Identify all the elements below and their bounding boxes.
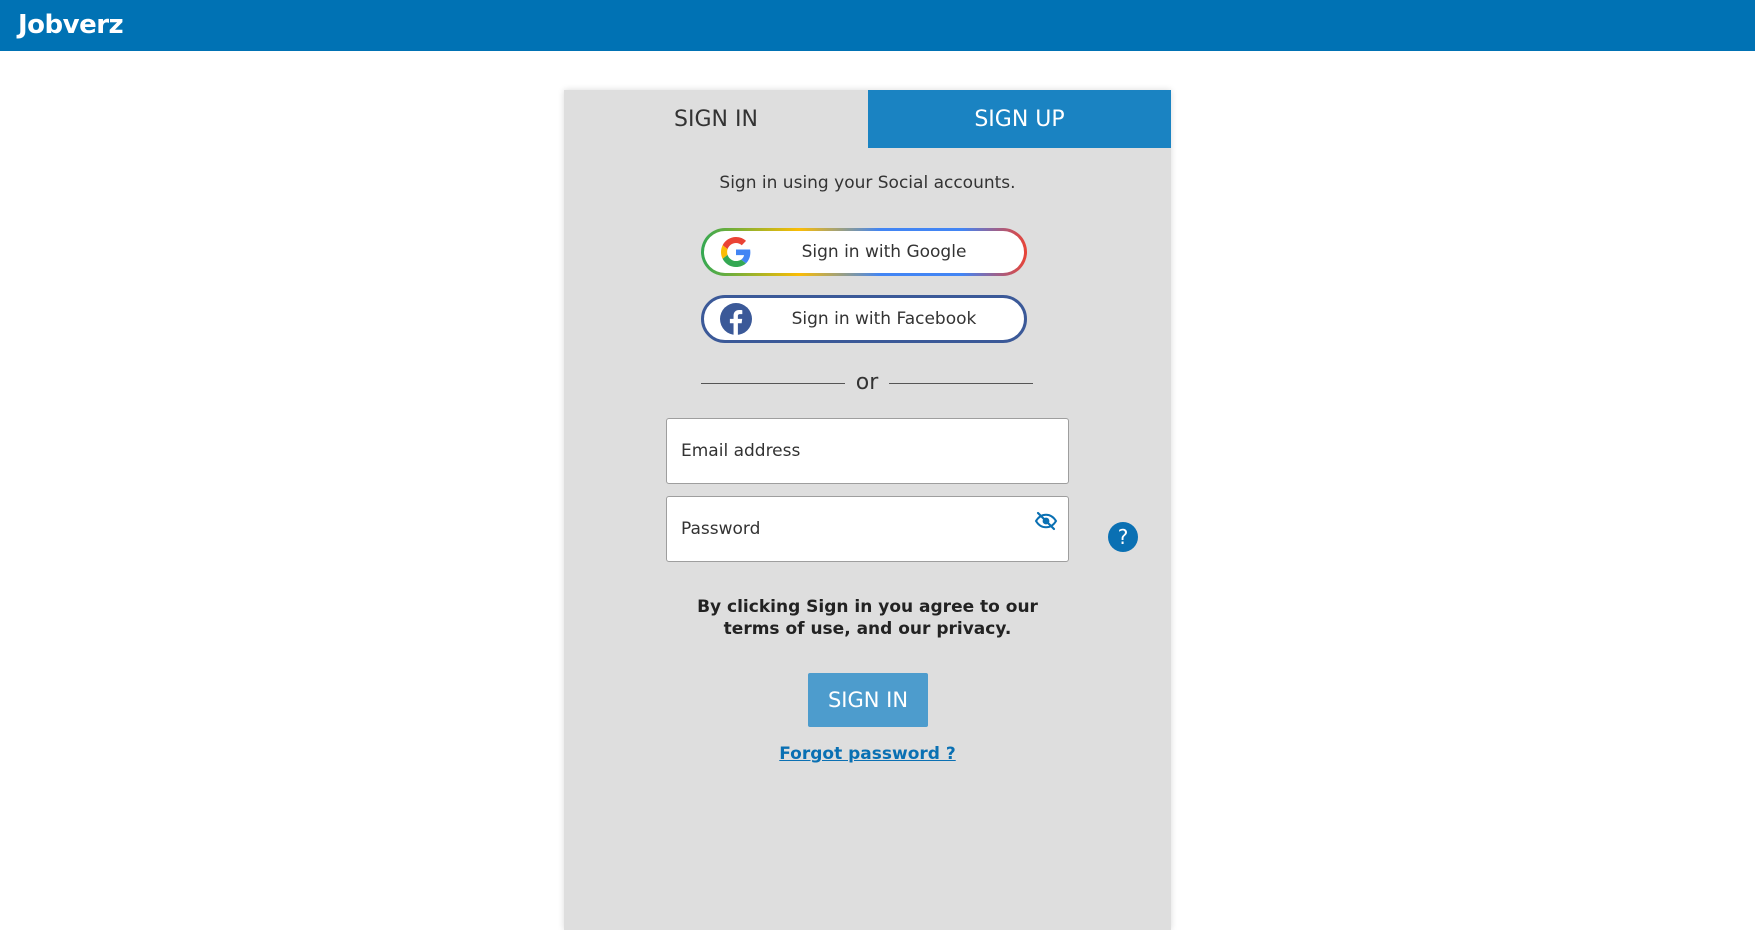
email-field-container <box>666 418 1069 484</box>
or-divider: or <box>701 370 1033 395</box>
tab-sign-in[interactable]: SIGN IN <box>564 90 868 148</box>
password-input[interactable] <box>667 497 1068 561</box>
forgot-password-link[interactable]: Forgot password ? <box>564 744 1171 764</box>
brand-logo[interactable]: Jobverz <box>18 10 124 40</box>
facebook-signin-label: Sign in with Facebook <box>791 309 977 329</box>
tab-sign-up[interactable]: SIGN UP <box>868 90 1171 148</box>
password-help-button[interactable]: ? <box>1108 522 1138 552</box>
email-input[interactable] <box>667 419 1068 483</box>
divider-line-right <box>889 383 1033 384</box>
divider-text: or <box>855 370 879 395</box>
eye-slash-icon[interactable] <box>1034 511 1058 531</box>
auth-card: SIGN IN SIGN UP Sign in using your Socia… <box>564 90 1171 930</box>
social-caption: Sign in using your Social accounts. <box>719 173 1016 193</box>
google-signin-button[interactable]: Sign in with Google <box>701 228 1027 276</box>
divider-line-left <box>701 383 845 384</box>
facebook-signin-button[interactable]: Sign in with Facebook <box>701 295 1027 343</box>
terms-line-1: By clicking Sign in you agree to our <box>697 597 1038 617</box>
password-field-container <box>666 496 1069 562</box>
top-navbar: Jobverz <box>0 0 1755 51</box>
terms-text: By clicking Sign in you agree to our ter… <box>684 596 1051 640</box>
sign-in-button[interactable]: SIGN IN <box>808 673 928 727</box>
google-signin-label: Sign in with Google <box>801 242 967 262</box>
terms-line-2: terms of use, and our privacy. <box>723 619 1012 639</box>
